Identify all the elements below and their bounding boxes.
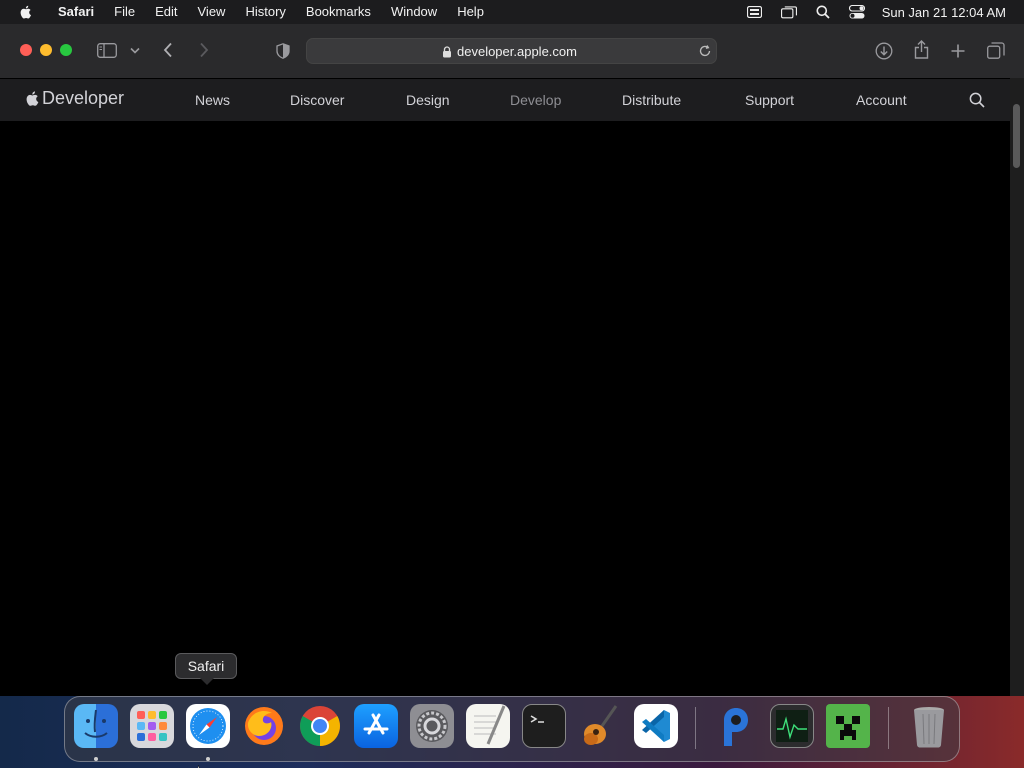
share-icon[interactable]: [913, 39, 929, 59]
developer-logo[interactable]: Developer: [24, 88, 124, 109]
apple-logo-icon: [26, 91, 39, 106]
tab-overview-icon[interactable]: [987, 42, 1005, 59]
dock-tooltip: Safari: [175, 653, 237, 685]
nav-design[interactable]: Design: [406, 79, 450, 121]
finder-running-dot: [94, 757, 98, 761]
menu-bookmarks[interactable]: Bookmarks: [296, 0, 381, 24]
dock-separator: [888, 707, 889, 749]
menu-file[interactable]: File: [104, 0, 145, 24]
reload-icon[interactable]: [698, 44, 712, 58]
firefox-icon[interactable]: [242, 704, 286, 748]
forward-icon[interactable]: [198, 42, 210, 58]
scrollbar-track[interactable]: [1010, 78, 1024, 696]
menu-help[interactable]: Help: [447, 0, 494, 24]
menu-edit[interactable]: Edit: [145, 0, 187, 24]
chrome-icon[interactable]: [298, 704, 342, 748]
menu-clock[interactable]: Sun Jan 21 12:04 AM: [882, 5, 1006, 20]
nav-discover[interactable]: Discover: [290, 79, 344, 121]
terminal-icon[interactable]: [522, 704, 566, 748]
new-tab-icon[interactable]: [950, 43, 965, 58]
search-icon[interactable]: [969, 92, 985, 108]
safari-toolbar: developer.apple.com: [0, 24, 1024, 79]
textedit-icon[interactable]: [466, 704, 510, 748]
scrollbar-thumb[interactable]: [1013, 104, 1020, 168]
nav-support[interactable]: Support: [745, 79, 794, 121]
dock: [64, 696, 960, 762]
control-center-icon[interactable]: [848, 5, 865, 19]
trash-icon[interactable]: [907, 704, 951, 748]
address-url[interactable]: developer.apple.com: [457, 39, 577, 64]
vscode-icon[interactable]: [634, 704, 678, 748]
nav-distribute[interactable]: Distribute: [622, 79, 681, 121]
dock-separator: [695, 707, 696, 749]
activity-monitor-icon[interactable]: [770, 704, 814, 748]
developer-nav: Developer News Discover Design Develop D…: [0, 79, 1010, 121]
lock-icon: [442, 45, 452, 58]
minimize-window-button[interactable]: [40, 44, 52, 56]
safari-running-dot: [206, 757, 210, 761]
garageband-icon[interactable]: [578, 704, 622, 748]
minecraft-icon[interactable]: [826, 704, 870, 748]
nav-news[interactable]: News: [195, 79, 230, 121]
spotlight-search-icon[interactable]: [815, 5, 831, 19]
pycharm-icon[interactable]: [714, 704, 758, 748]
maximize-window-button[interactable]: [60, 44, 72, 56]
menu-window[interactable]: Window: [381, 0, 447, 24]
nav-develop[interactable]: Develop: [510, 79, 561, 121]
address-bar[interactable]: developer.apple.com: [306, 38, 717, 64]
menu-app-name[interactable]: Safari: [48, 0, 104, 24]
safari-icon[interactable]: [186, 704, 230, 748]
app-store-icon[interactable]: [354, 704, 398, 748]
downloads-icon[interactable]: [875, 42, 893, 60]
page-content: [0, 121, 1010, 696]
safari-window: developer.apple.com Developer News Disco…: [0, 24, 1024, 696]
system-settings-icon[interactable]: [410, 704, 454, 748]
back-icon[interactable]: [162, 42, 174, 58]
close-window-button[interactable]: [20, 44, 32, 56]
screen-mirroring-icon[interactable]: [780, 5, 797, 19]
chevron-down-icon[interactable]: [130, 46, 140, 54]
mouse-cursor-icon: [197, 760, 206, 768]
menu-history[interactable]: History: [235, 0, 295, 24]
privacy-shield-icon[interactable]: [275, 42, 291, 59]
launchpad-icon[interactable]: [130, 704, 174, 748]
apple-menu-icon[interactable]: [18, 4, 34, 20]
sidebar-icon[interactable]: [97, 42, 117, 58]
nav-account[interactable]: Account: [856, 79, 907, 121]
menu-view[interactable]: View: [188, 0, 236, 24]
developer-logo-text: Developer: [42, 88, 125, 108]
keyboard-input-icon[interactable]: [747, 5, 763, 19]
menu-bar: Safari File Edit View History Bookmarks …: [0, 0, 1024, 24]
finder-icon[interactable]: [74, 704, 118, 748]
